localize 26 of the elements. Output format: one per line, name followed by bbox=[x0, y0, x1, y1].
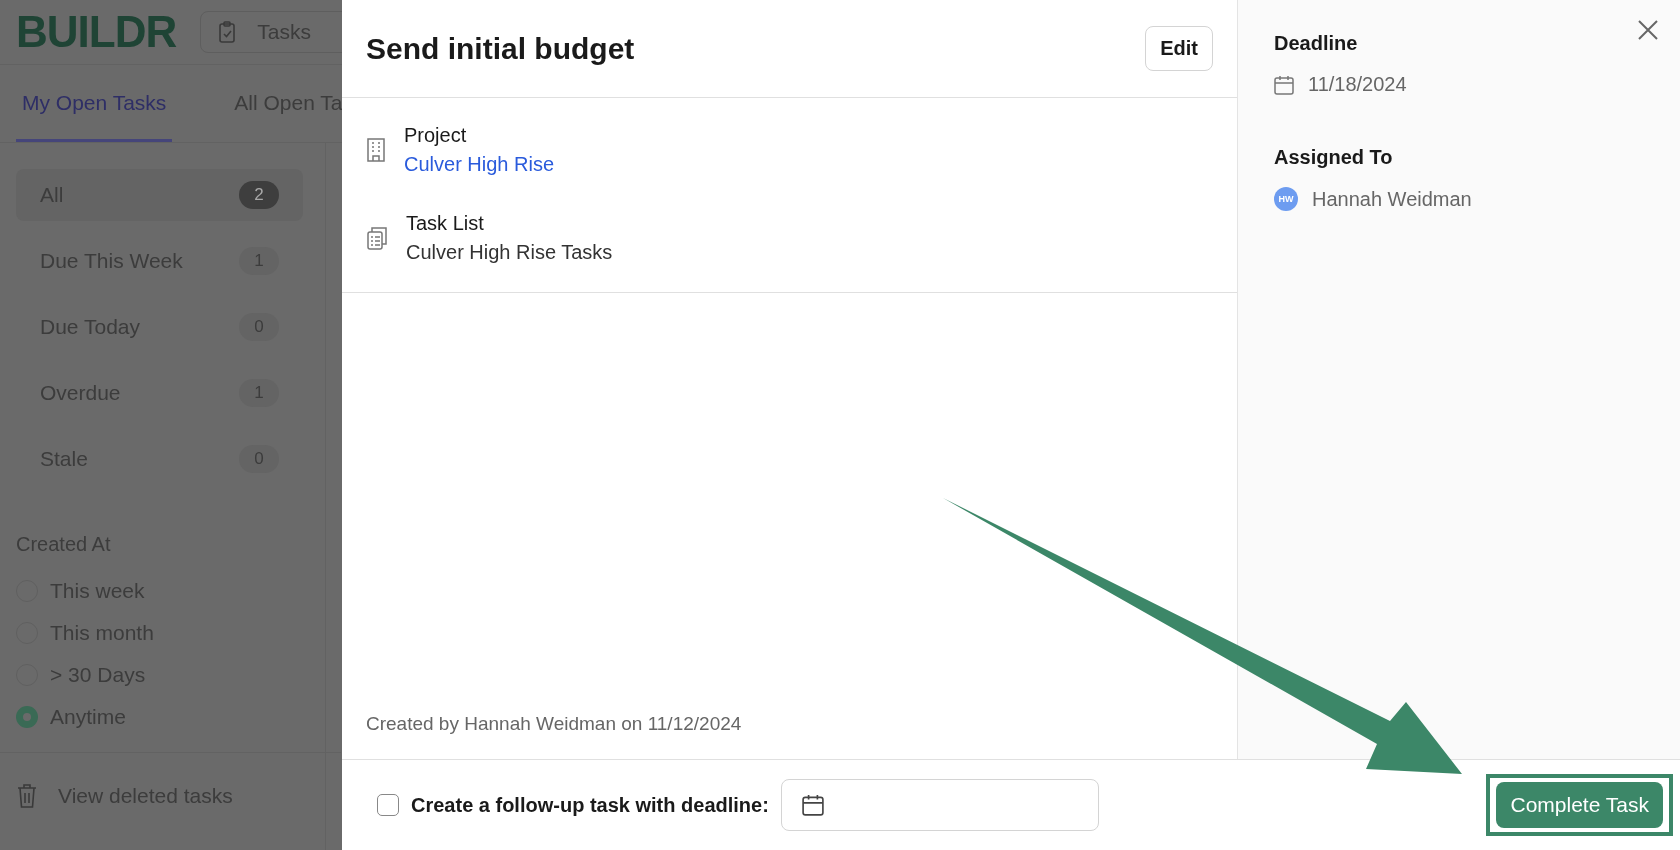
calendar-icon bbox=[801, 794, 824, 816]
tab[interactable]: My Open Tasks bbox=[16, 65, 173, 142]
clipboard-icon bbox=[366, 226, 388, 250]
field-label: Deadline bbox=[1274, 32, 1359, 55]
close-icon[interactable] bbox=[1637, 19, 1659, 41]
radio-button[interactable] bbox=[16, 706, 38, 728]
date-field[interactable] bbox=[780, 779, 1099, 831]
trash-icon bbox=[16, 783, 38, 809]
count-badge: 2 bbox=[239, 181, 279, 209]
app-logo: BUILDR bbox=[16, 7, 177, 57]
assignee-name: Hannah Weidman bbox=[1312, 187, 1472, 211]
deadline-date: 11/18/2024 bbox=[1308, 73, 1407, 96]
detail-label: Project bbox=[404, 124, 468, 147]
field-label: Assigned To bbox=[1274, 146, 1394, 169]
task-title: Send initial budget bbox=[366, 31, 635, 66]
detail-value: Culver High Rise Tasks bbox=[406, 241, 613, 264]
checkbox[interactable] bbox=[377, 794, 399, 816]
building-icon bbox=[366, 138, 386, 162]
complete-task-button[interactable]: Complete Task bbox=[1496, 782, 1663, 828]
edit-button[interactable]: Edit bbox=[1145, 26, 1213, 71]
avatar-initials: HW bbox=[1274, 187, 1298, 211]
calendar-icon bbox=[1274, 74, 1294, 95]
detail-label: Task List bbox=[406, 212, 485, 235]
follow-up-label: Create a follow-up task with deadline: bbox=[411, 793, 769, 817]
project-link[interactable]: Culver High Rise bbox=[404, 153, 555, 176]
created-note: Created by Hannah Weidman on 11/12/2024 bbox=[365, 713, 743, 736]
